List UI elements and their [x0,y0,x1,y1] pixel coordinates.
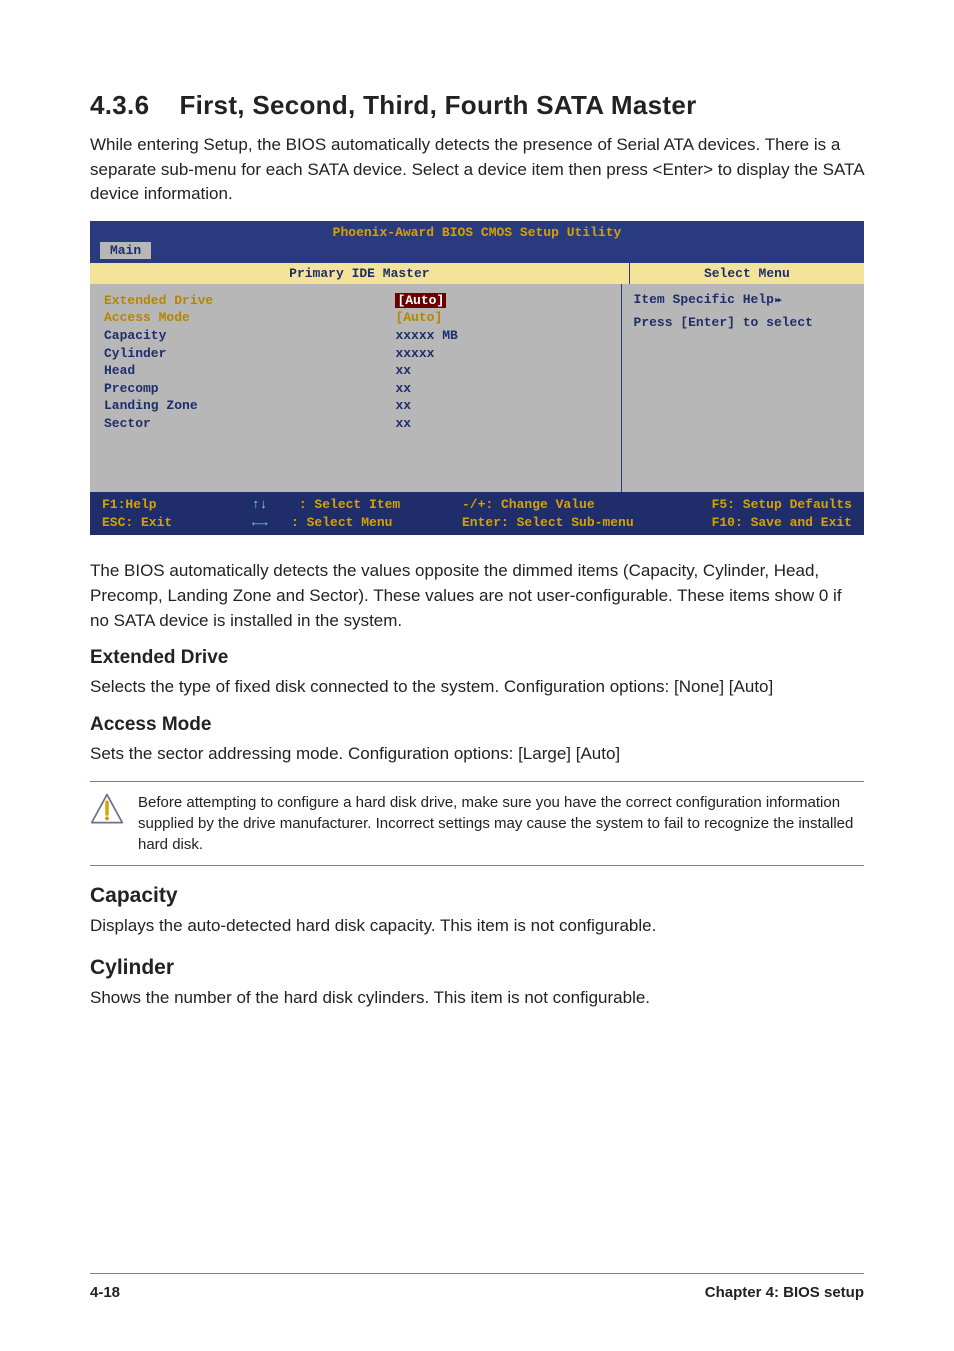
bios-row: Access Mode[Auto] [104,309,607,327]
bios-tab-row: Main [90,242,864,263]
bios-row-label: Head [104,362,395,380]
foot-select-item: : Select Item [299,497,400,512]
foot-save-exit: F10: Save and Exit [687,514,852,532]
caution-text: Before attempting to configure a hard di… [138,792,856,855]
page-footer: 4-18 Chapter 4: BIOS setup [90,1273,864,1301]
section-intro: While entering Setup, the BIOS automatic… [90,133,864,207]
bios-row-value: [Auto] [395,292,606,310]
chevron-right-icon: ▸▸ [774,295,779,307]
bios-row: Extended Drive[Auto] [104,292,607,310]
bios-row: Landing Zone xx [104,397,607,415]
after-bios-paragraph: The BIOS automatically detects the value… [90,559,864,633]
foot-change-value: -/+: Change Value [462,496,687,514]
bios-row-value: xx [395,380,606,398]
bios-row-value: xxxxx [395,345,606,363]
bios-row: Capacityxxxxx MB [104,327,607,345]
cylinder-body: Shows the number of the hard disk cylind… [90,986,864,1011]
help-heading: Item Specific Help [634,292,774,307]
cylinder-heading: Cylinder [90,956,864,980]
bios-title: Phoenix-Award BIOS CMOS Setup Utility [90,221,864,242]
foot-exit: ESC: Exit [102,514,252,532]
extended-drive-heading: Extended Drive [90,647,864,669]
section-number: 4.3.6 [90,90,149,120]
bios-row-value: xx [395,362,606,380]
foot-submenu: Enter: Select Sub-menu [462,514,687,532]
chapter-label: Chapter 4: BIOS setup [705,1284,864,1301]
foot-help: F1:Help [102,496,252,514]
bios-tab-main: Main [100,242,151,259]
foot-defaults: F5: Setup Defaults [687,496,852,514]
bios-row-label: Precomp [104,380,395,398]
bios-row-value: xx [395,397,606,415]
bios-screenshot: Phoenix-Award BIOS CMOS Setup Utility Ma… [90,221,864,535]
caution-icon [90,792,124,855]
section-heading: 4.3.6 First, Second, Third, Fourth SATA … [90,90,864,121]
bios-row-label: Extended Drive [104,292,395,310]
bios-row-label: Capacity [104,327,395,345]
bios-help-pane: Item Specific Help▸▸ Press [Enter] to se… [622,284,864,492]
bios-row-label: Access Mode [104,309,395,327]
page-number: 4-18 [90,1284,120,1301]
section-title-text: First, Second, Third, Fourth SATA Master [179,90,696,120]
bios-settings-pane: Extended Drive[Auto]Access Mode[Auto]Cap… [90,284,622,492]
bios-row-value: xxxxx MB [395,327,606,345]
capacity-body: Displays the auto-detected hard disk cap… [90,914,864,939]
bios-row-label: Sector [104,415,395,433]
bios-row-label: Landing Zone [104,397,395,415]
bios-row-label: Cylinder [104,345,395,363]
bios-row: Precomp xx [104,380,607,398]
bios-footer: F1:Help ↑↓ : Select Item -/+: Change Val… [90,492,864,535]
bios-row: Cylinderxxxxx [104,345,607,363]
bios-left-header: Primary IDE Master [90,263,630,284]
extended-drive-body: Selects the type of fixed disk connected… [90,675,864,700]
bios-body: Extended Drive[Auto]Access Mode[Auto]Cap… [90,284,864,492]
bios-panel-headers: Primary IDE Master Select Menu [90,263,864,284]
access-mode-body: Sets the sector addressing mode. Configu… [90,742,864,767]
bios-right-header: Select Menu [630,263,864,284]
help-body: Press [Enter] to select [634,315,852,330]
bios-row: Head xx [104,362,607,380]
capacity-heading: Capacity [90,884,864,908]
bios-row-value: [Auto] [395,309,606,327]
access-mode-heading: Access Mode [90,714,864,736]
caution-note: Before attempting to configure a hard di… [90,781,864,866]
bios-row: Sector xx [104,415,607,433]
foot-select-menu: : Select Menu [291,515,392,530]
bios-row-value: xx [395,415,606,433]
